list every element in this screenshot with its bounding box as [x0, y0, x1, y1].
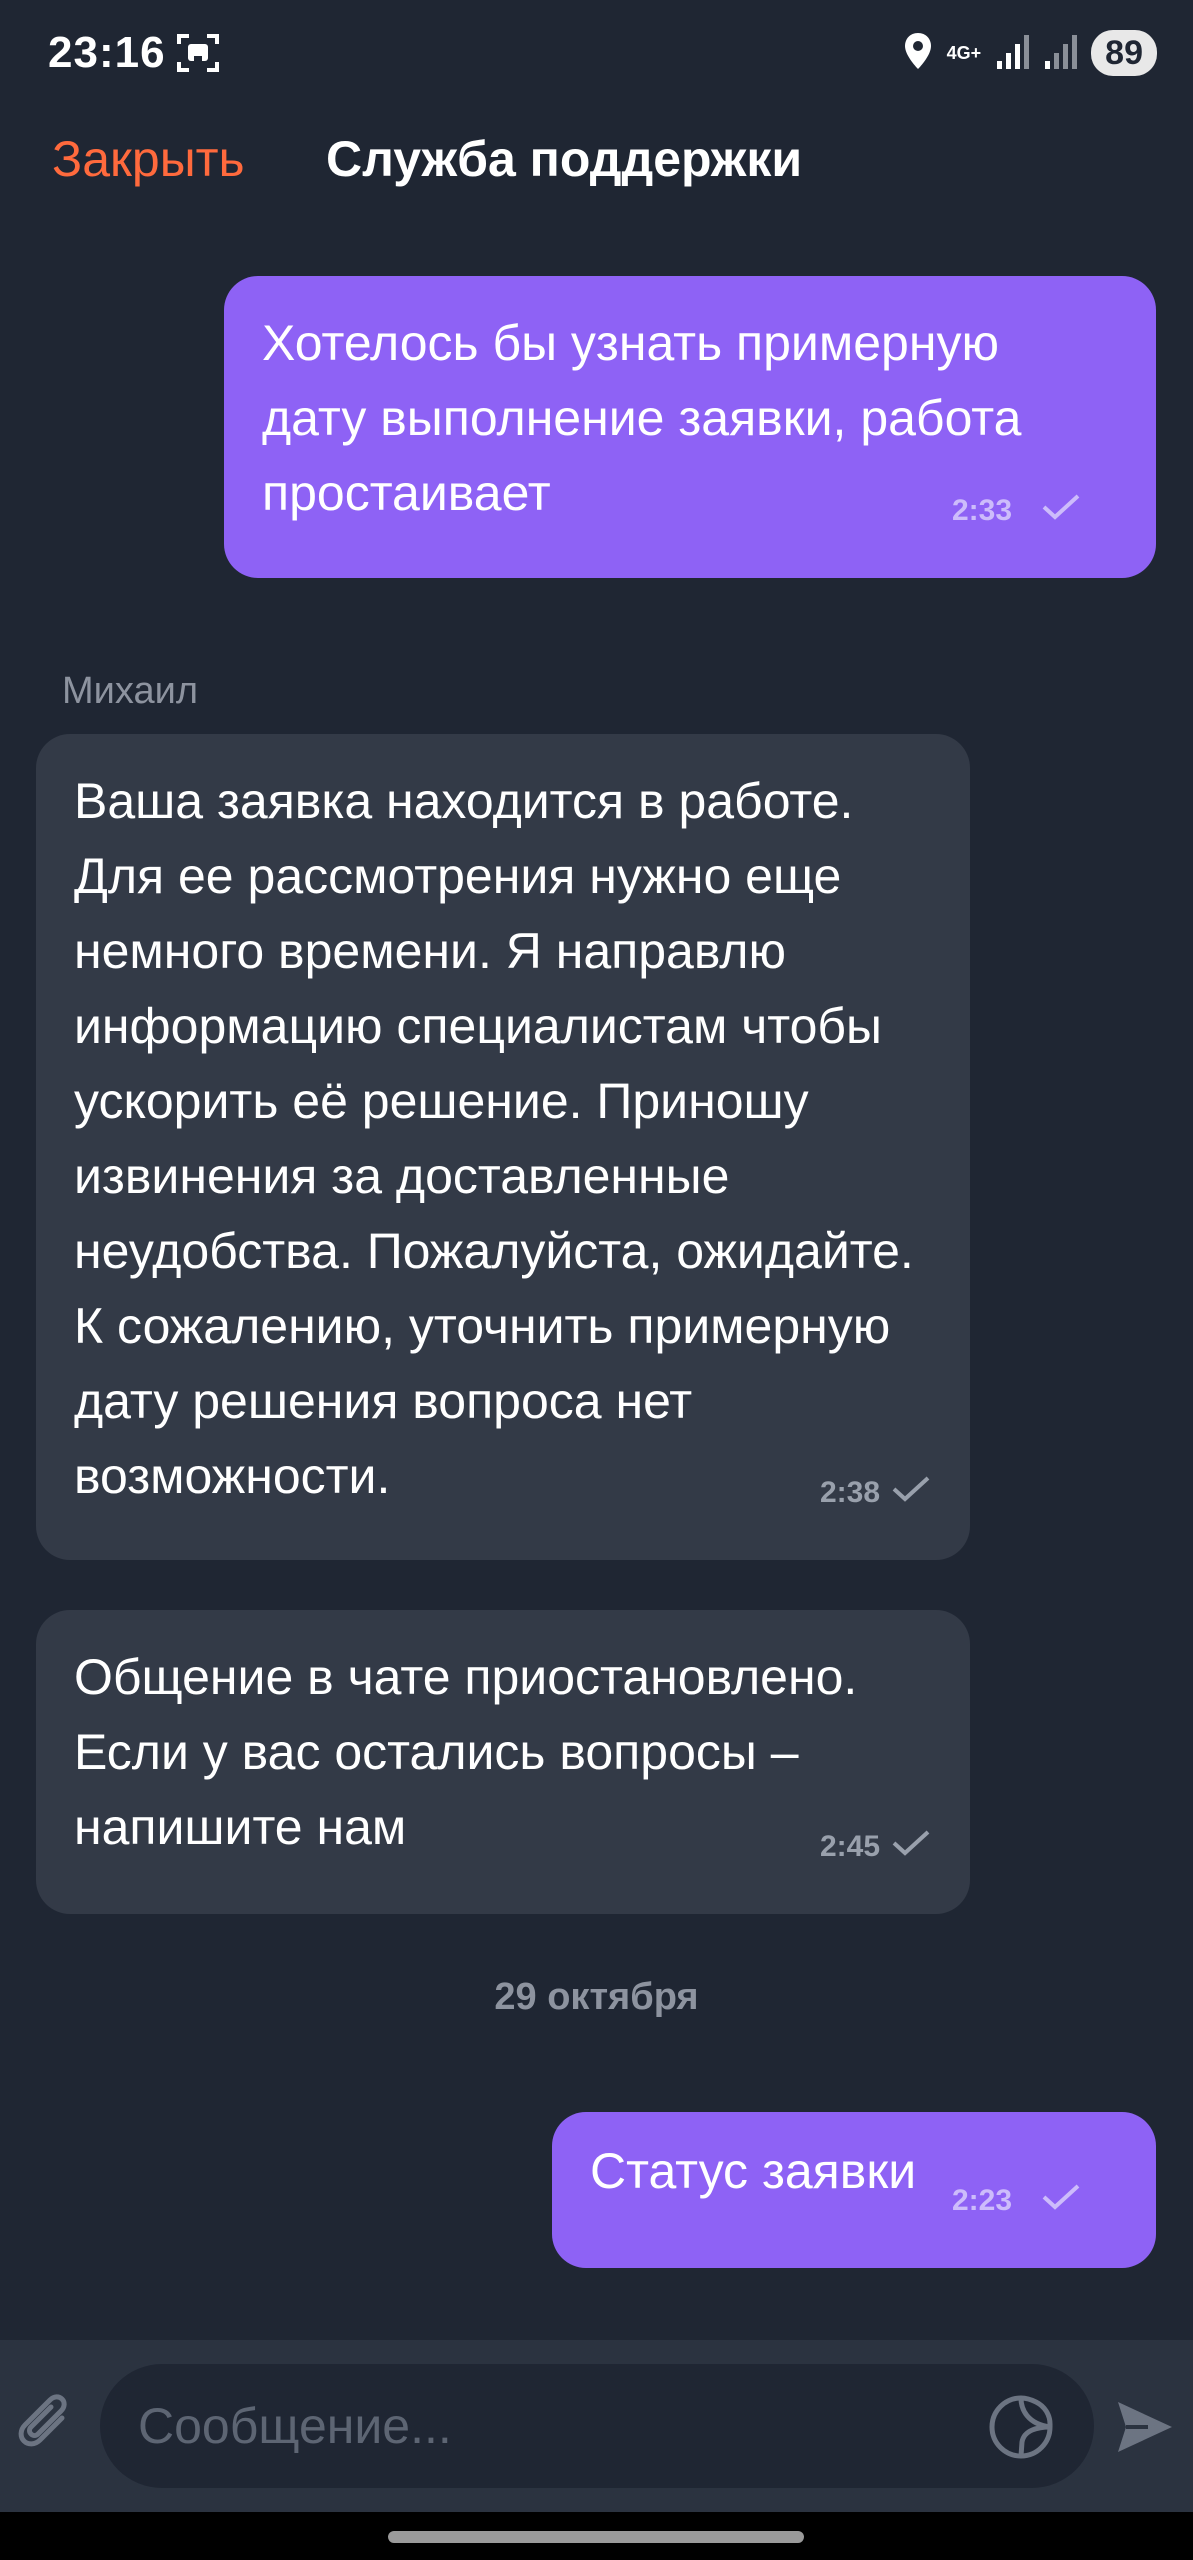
- message-time: 2:23: [951, 2184, 1012, 2217]
- message-meta: 2:33: [952, 473, 1080, 548]
- status-indicators: 4G+ 89: [903, 30, 1157, 76]
- screenshot-icon: [175, 30, 221, 76]
- message-meta: 2:23: [952, 2163, 1080, 2238]
- attach-icon[interactable]: [14, 2392, 84, 2462]
- chat-header: Закрыть Служба поддержки: [0, 110, 1193, 210]
- page-title: Служба поддержки: [326, 131, 803, 187]
- status-bar: 23:16 4G+ 89: [0, 0, 1193, 110]
- message-text: Общение в чате приостановлено. Если у ва…: [74, 1649, 858, 1855]
- close-button[interactable]: Закрыть: [52, 130, 245, 188]
- signal-icon: [1043, 31, 1078, 76]
- date-divider: 29 октября: [494, 1976, 699, 2018]
- outgoing-message[interactable]: Хотелось бы узнать примерную дату выполн…: [224, 276, 1156, 578]
- message-input-wrap: [100, 2364, 1094, 2488]
- message-time: 2:45: [819, 1830, 880, 1863]
- signal-icon: [995, 31, 1030, 76]
- message-text: Ваша заявка находится в работе. Для ее р…: [74, 773, 914, 1504]
- outgoing-message[interactable]: Статус заявки 2:23: [552, 2112, 1156, 2268]
- home-indicator[interactable]: [388, 2531, 804, 2543]
- message-composer: [0, 2340, 1193, 2512]
- chat-screen: 23:16 4G+ 89 Закрыть Служба поддержки Хо…: [0, 0, 1193, 2560]
- network-type: 4G+: [946, 42, 982, 63]
- sender-name: Михаил: [62, 670, 198, 712]
- check-icon: [1042, 473, 1080, 548]
- message-time: 2:38: [819, 1476, 880, 1509]
- incoming-message[interactable]: Ваша заявка находится в работе. Для ее р…: [36, 734, 970, 1560]
- check-icon: [1042, 2163, 1080, 2238]
- message-meta: 2:38: [820, 1455, 930, 1530]
- status-time: 23:16: [48, 28, 166, 77]
- message-input[interactable]: [138, 2364, 938, 2488]
- incoming-message[interactable]: Общение в чате приостановлено. Если у ва…: [36, 1610, 970, 1914]
- check-icon: [892, 1809, 930, 1884]
- send-icon[interactable]: [1114, 2396, 1176, 2458]
- battery-indicator: 89: [1091, 30, 1157, 76]
- message-time: 2:33: [951, 494, 1012, 527]
- check-icon: [892, 1455, 930, 1530]
- location-icon: [903, 31, 933, 76]
- sticker-icon[interactable]: [988, 2394, 1054, 2460]
- message-meta: 2:45: [820, 1809, 930, 1884]
